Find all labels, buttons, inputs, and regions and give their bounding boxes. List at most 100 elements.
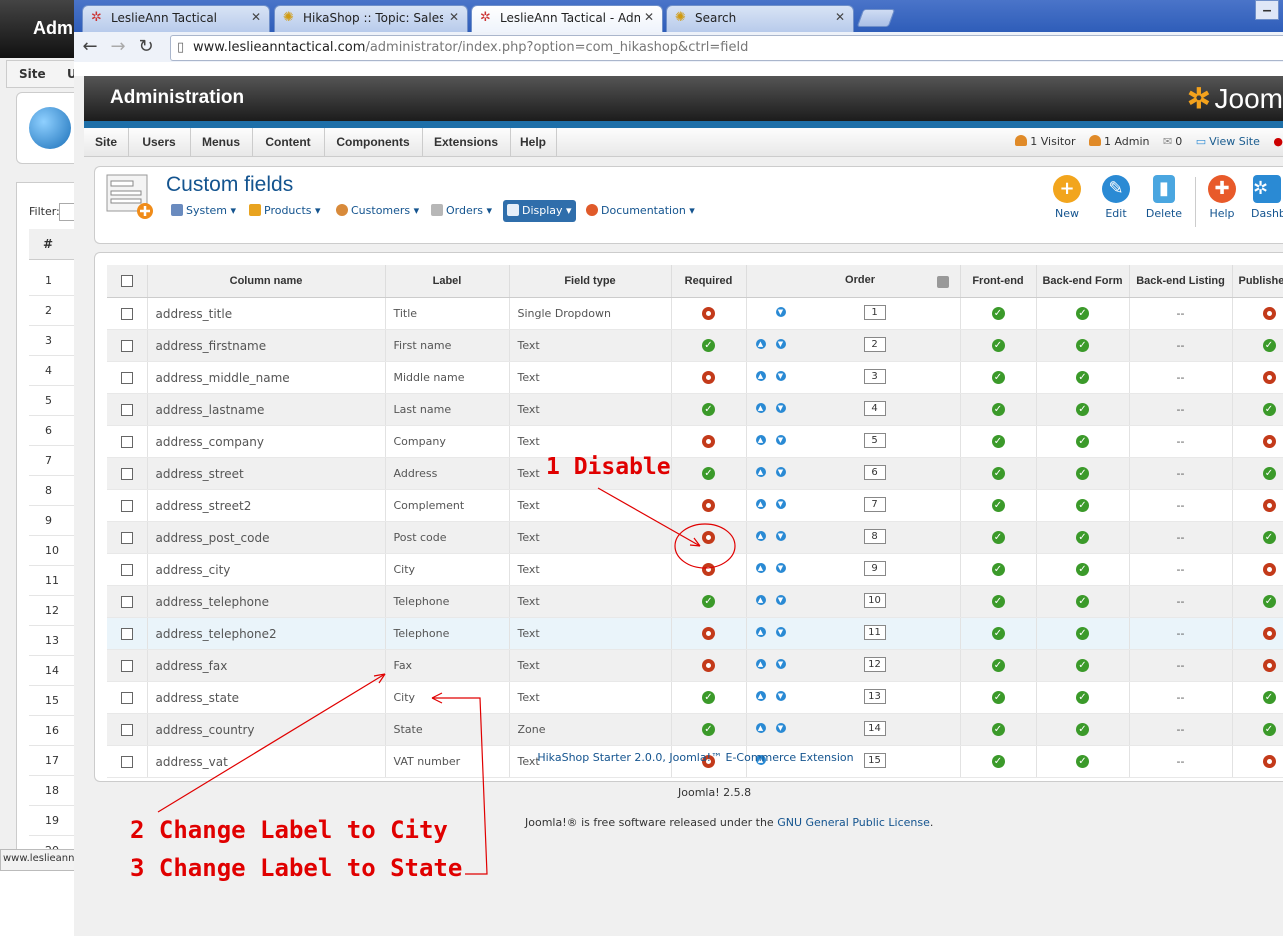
submenu-customers[interactable]: Customers ▾ bbox=[336, 200, 419, 222]
header-column-name[interactable]: Column name bbox=[147, 265, 386, 298]
check-icon[interactable]: ✓ bbox=[1076, 563, 1089, 577]
order-input[interactable]: 4 bbox=[863, 401, 886, 416]
view-site-link[interactable]: ▭ View Site bbox=[1196, 135, 1260, 148]
check-icon[interactable]: ✓ bbox=[1262, 403, 1276, 417]
header-required[interactable]: Required bbox=[671, 265, 747, 298]
row-checkbox[interactable] bbox=[120, 372, 133, 384]
logout-link[interactable]: ● bbox=[1273, 135, 1283, 148]
move-down-icon[interactable]: ▼ bbox=[775, 403, 786, 413]
move-down-icon[interactable]: ▼ bbox=[775, 339, 786, 349]
header-field-type[interactable]: Field type bbox=[509, 265, 672, 298]
check-icon[interactable]: ✓ bbox=[702, 339, 715, 353]
move-up-icon[interactable]: ▲ bbox=[755, 531, 766, 541]
row-checkbox[interactable] bbox=[120, 532, 133, 544]
row-checkbox[interactable] bbox=[120, 660, 133, 672]
check-icon[interactable]: ✓ bbox=[1076, 723, 1089, 737]
move-up-icon[interactable]: ▲ bbox=[755, 499, 766, 509]
order-input[interactable]: 13 bbox=[863, 689, 886, 704]
move-down-icon[interactable]: ▼ bbox=[775, 595, 786, 605]
order-input[interactable]: 9 bbox=[863, 561, 886, 576]
check-icon[interactable]: ✓ bbox=[991, 595, 1005, 609]
column-name-link[interactable]: address_middle_name bbox=[147, 361, 386, 394]
check-icon[interactable]: ✓ bbox=[702, 691, 715, 705]
address-bar[interactable]: ▯ www.leslieanntactical.com/administrato… bbox=[170, 35, 1283, 61]
row-checkbox[interactable] bbox=[120, 436, 133, 448]
delete-button[interactable]: ▮ Delete bbox=[1140, 173, 1188, 227]
dashboard-button[interactable]: ✲ Dashb bbox=[1251, 173, 1283, 227]
column-name-link[interactable]: address_title bbox=[147, 297, 386, 330]
browser-tab-2[interactable]: ✺ HikaShop :: Topic: Sales tax ✕ bbox=[274, 5, 468, 32]
order-input[interactable]: 2 bbox=[863, 337, 886, 352]
column-name-link[interactable]: address_street bbox=[147, 457, 386, 490]
check-icon[interactable]: ✓ bbox=[991, 659, 1005, 673]
minimize-button[interactable]: ▁ bbox=[1255, 0, 1279, 20]
move-up-icon[interactable]: ▲ bbox=[755, 723, 766, 733]
check-icon[interactable]: ✓ bbox=[991, 371, 1005, 385]
order-input[interactable]: 7 bbox=[863, 497, 886, 512]
order-input[interactable]: 11 bbox=[863, 625, 886, 640]
visitor-count[interactable]: 1 Visitor bbox=[1015, 135, 1075, 148]
help-button[interactable]: ✚ Help bbox=[1198, 173, 1246, 227]
move-down-icon[interactable]: ▼ bbox=[775, 691, 786, 701]
back-arrow-icon[interactable]: ← bbox=[78, 35, 102, 59]
order-input[interactable]: 5 bbox=[863, 433, 886, 448]
move-down-icon[interactable]: ▼ bbox=[775, 627, 786, 637]
close-icon[interactable]: ✕ bbox=[449, 10, 459, 24]
order-input[interactable]: 3 bbox=[863, 369, 886, 384]
row-checkbox[interactable] bbox=[120, 724, 133, 736]
cross-icon[interactable] bbox=[702, 371, 715, 385]
order-input[interactable]: 14 bbox=[863, 721, 886, 736]
check-icon[interactable]: ✓ bbox=[702, 403, 715, 417]
browser-tab-3[interactable]: ✲ LeslieAnn Tactical - Administr ✕ bbox=[471, 5, 663, 33]
check-icon[interactable]: ✓ bbox=[1076, 307, 1089, 321]
column-name-link[interactable]: address_post_code bbox=[147, 521, 386, 554]
move-up-icon[interactable]: ▲ bbox=[755, 339, 766, 349]
move-down-icon[interactable]: ▼ bbox=[775, 371, 786, 381]
header-published[interactable]: Publishe bbox=[1232, 265, 1283, 298]
check-icon[interactable]: ✓ bbox=[991, 339, 1005, 353]
background-menu-site[interactable]: Site bbox=[19, 67, 46, 81]
move-down-icon[interactable]: ▼ bbox=[775, 531, 786, 541]
check-icon[interactable]: ✓ bbox=[1076, 691, 1089, 705]
check-icon[interactable]: ✓ bbox=[1076, 403, 1089, 417]
menu-content[interactable]: Content bbox=[252, 128, 325, 156]
move-up-icon[interactable]: ▲ bbox=[755, 563, 766, 573]
menu-help[interactable]: Help bbox=[510, 128, 557, 156]
cross-icon[interactable] bbox=[702, 499, 715, 513]
move-up-icon[interactable]: ▲ bbox=[755, 595, 766, 605]
check-icon[interactable]: ✓ bbox=[1262, 691, 1276, 705]
move-down-icon[interactable]: ▼ bbox=[775, 467, 786, 477]
menu-site[interactable]: Site bbox=[84, 128, 129, 156]
check-icon[interactable]: ✓ bbox=[1262, 595, 1276, 609]
cross-icon[interactable] bbox=[702, 659, 715, 673]
cross-icon[interactable] bbox=[1262, 499, 1276, 513]
row-checkbox[interactable] bbox=[120, 308, 133, 320]
check-icon[interactable]: ✓ bbox=[702, 467, 715, 481]
cross-icon[interactable] bbox=[1262, 563, 1276, 577]
check-icon[interactable]: ✓ bbox=[1262, 339, 1276, 353]
move-up-icon[interactable]: ▲ bbox=[755, 691, 766, 701]
select-all-checkbox[interactable] bbox=[120, 275, 133, 288]
move-up-icon[interactable]: ▲ bbox=[755, 659, 766, 669]
header-back-end-form[interactable]: Back-end Form bbox=[1036, 265, 1130, 298]
check-icon[interactable]: ✓ bbox=[1076, 627, 1089, 641]
cross-icon[interactable] bbox=[702, 563, 715, 577]
check-icon[interactable]: ✓ bbox=[1262, 467, 1276, 481]
move-down-icon[interactable]: ▼ bbox=[775, 563, 786, 573]
cross-icon[interactable] bbox=[702, 307, 715, 321]
move-up-icon[interactable]: ▲ bbox=[755, 371, 766, 381]
column-name-link[interactable]: address_lastname bbox=[147, 393, 386, 426]
check-icon[interactable]: ✓ bbox=[991, 563, 1005, 577]
browser-tab-4[interactable]: ✺ Search ✕ bbox=[666, 5, 854, 32]
row-checkbox[interactable] bbox=[120, 596, 133, 608]
check-icon[interactable]: ✓ bbox=[991, 691, 1005, 705]
menu-components[interactable]: Components bbox=[324, 128, 423, 156]
column-name-link[interactable]: address_firstname bbox=[147, 329, 386, 362]
check-icon[interactable]: ✓ bbox=[1076, 339, 1089, 353]
row-checkbox[interactable] bbox=[120, 340, 133, 352]
order-input[interactable]: 8 bbox=[863, 529, 886, 544]
column-name-link[interactable]: address_country bbox=[147, 713, 386, 746]
row-checkbox[interactable] bbox=[120, 692, 133, 704]
close-icon[interactable]: ✕ bbox=[835, 10, 845, 24]
column-name-link[interactable]: address_city bbox=[147, 553, 386, 586]
